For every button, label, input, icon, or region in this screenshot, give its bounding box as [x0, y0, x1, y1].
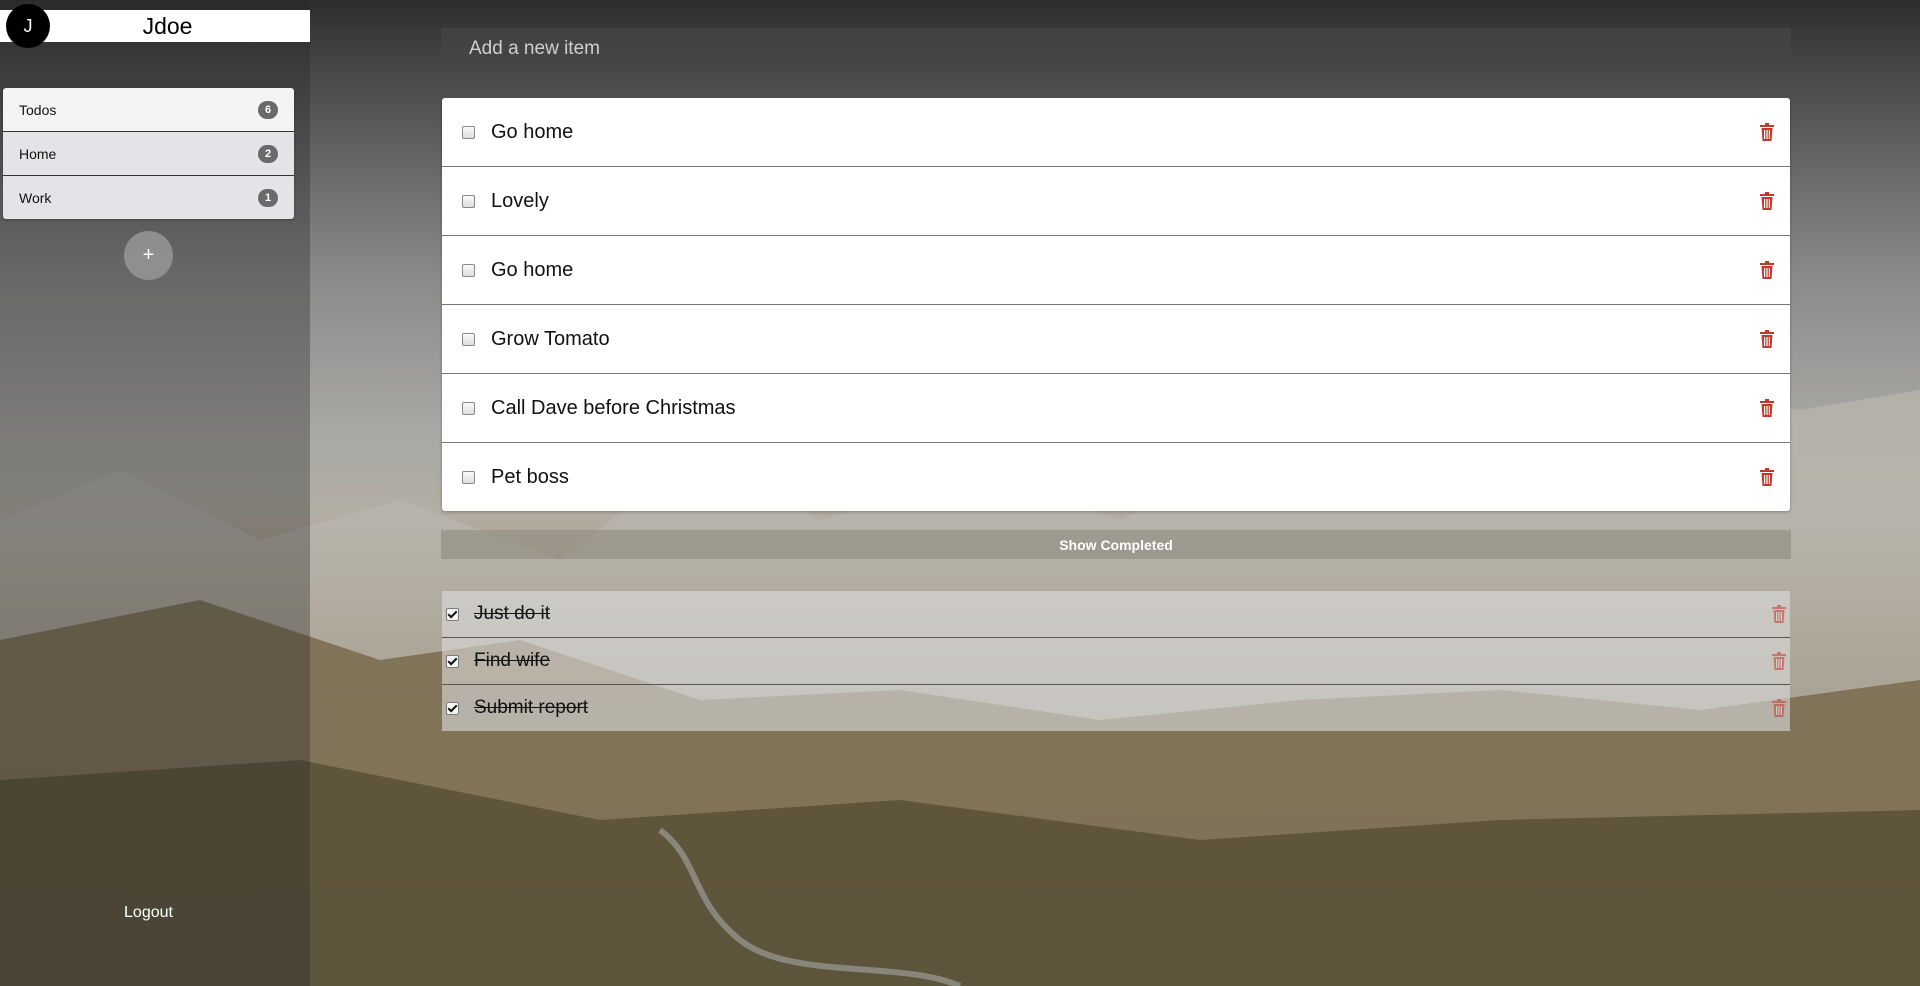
checkbox-checked-icon[interactable] — [446, 654, 459, 668]
trash-icon[interactable] — [1772, 699, 1786, 717]
completed-item: Find wife — [442, 638, 1790, 685]
todo-item: Call Dave before Christmas — [442, 374, 1790, 443]
todo-list: Go home Lovely Go home Grow Tomato Call … — [442, 98, 1790, 511]
trash-icon[interactable] — [1772, 605, 1786, 623]
todo-item: Go home — [442, 236, 1790, 305]
checkbox-icon[interactable] — [462, 401, 475, 415]
todo-text[interactable]: Go home — [491, 259, 573, 282]
todo-text[interactable]: Call Dave before Christmas — [491, 397, 736, 420]
checkbox-checked-icon[interactable] — [446, 607, 459, 621]
trash-icon[interactable] — [1760, 123, 1774, 141]
main-content: Go home Lovely Go home Grow Tomato Call … — [0, 0, 1920, 986]
show-completed-button[interactable]: Show Completed — [441, 530, 1791, 559]
trash-icon[interactable] — [1760, 330, 1774, 348]
completed-text[interactable]: Submit report — [474, 697, 588, 719]
trash-icon[interactable] — [1772, 652, 1786, 670]
todo-item: Lovely — [442, 167, 1790, 236]
todo-text[interactable]: Pet boss — [491, 466, 569, 489]
trash-icon[interactable] — [1760, 468, 1774, 486]
checkbox-icon[interactable] — [462, 194, 475, 208]
trash-icon[interactable] — [1760, 261, 1774, 279]
checkbox-checked-icon[interactable] — [446, 701, 459, 715]
completed-item: Just do it — [442, 591, 1790, 638]
checkbox-icon[interactable] — [462, 125, 475, 139]
todo-text[interactable]: Grow Tomato — [491, 328, 610, 351]
todo-text[interactable]: Lovely — [491, 190, 549, 213]
checkbox-icon[interactable] — [462, 470, 475, 484]
trash-icon[interactable] — [1760, 399, 1774, 417]
todo-item: Grow Tomato — [442, 305, 1790, 374]
new-item-input[interactable] — [441, 28, 1791, 70]
completed-text[interactable]: Find wife — [474, 650, 550, 672]
todo-text[interactable]: Go home — [491, 121, 573, 144]
checkbox-icon[interactable] — [462, 263, 475, 277]
todo-item: Pet boss — [442, 443, 1790, 511]
completed-item: Submit report — [442, 685, 1790, 731]
checkbox-icon[interactable] — [462, 332, 475, 346]
trash-icon[interactable] — [1760, 192, 1774, 210]
completed-list: Just do it Find wife Submit report — [442, 591, 1790, 731]
todo-item: Go home — [442, 98, 1790, 167]
completed-text[interactable]: Just do it — [474, 603, 550, 625]
